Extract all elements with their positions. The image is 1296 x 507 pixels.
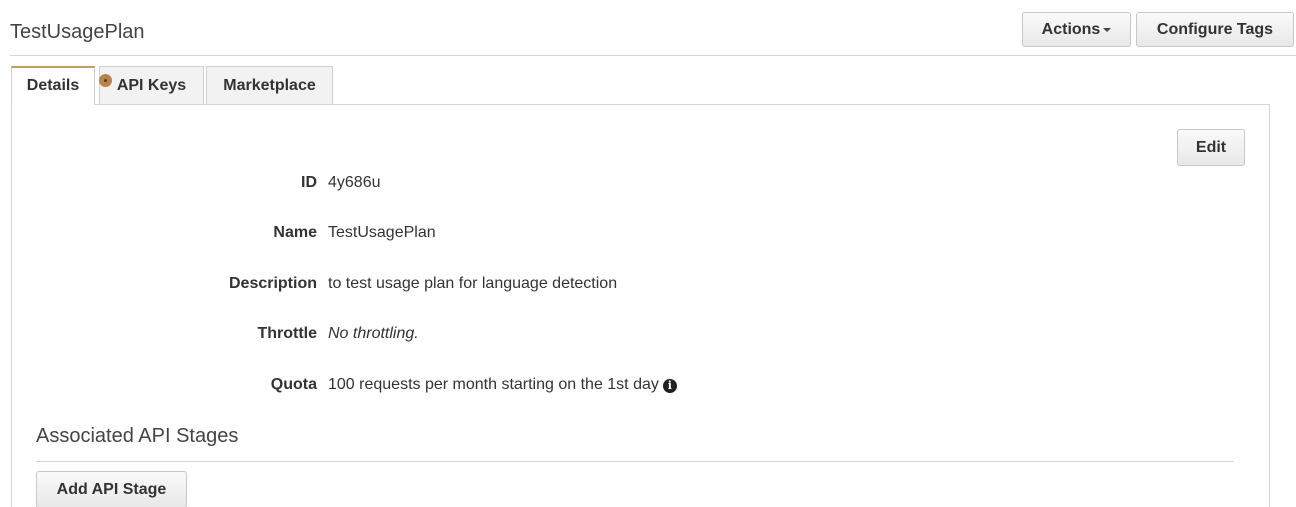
section-title-stages: Associated API Stages	[36, 425, 239, 447]
edit-button[interactable]: Edit	[1177, 129, 1245, 166]
tab-marketplace[interactable]: Marketplace	[206, 66, 333, 104]
field-value-quota-wrap: 100 requests per month starting on the 1…	[328, 374, 677, 396]
notification-dot-icon	[99, 74, 112, 87]
actions-button[interactable]: Actions	[1022, 12, 1131, 47]
tab-api-keys[interactable]: API Keys	[99, 66, 204, 104]
field-value-id: 4y686u	[328, 174, 381, 191]
caret-down-icon	[1103, 27, 1112, 32]
section-divider	[36, 461, 1234, 462]
field-label-name: Name	[273, 224, 317, 241]
tab-details[interactable]: Details	[11, 66, 95, 105]
configure-tags-button[interactable]: Configure Tags	[1136, 12, 1294, 47]
details-panel: Edit ID 4y686u Name TestUsagePlan Descri…	[11, 104, 1270, 507]
field-value-throttle: No throttling.	[328, 325, 419, 342]
page-title: TestUsagePlan	[10, 21, 145, 43]
page-header: TestUsagePlan Actions Configure Tags	[10, 10, 1296, 56]
field-label-description: Description	[228, 275, 317, 292]
field-value-description: to test usage plan for language detectio…	[328, 275, 618, 292]
field-value-quota: 100 requests per month starting on the 1…	[328, 376, 659, 393]
field-label-quota: Quota	[270, 376, 317, 393]
actions-label: Actions	[1041, 21, 1101, 38]
add-api-stage-button[interactable]: Add API Stage	[36, 471, 187, 507]
field-label-throttle: Throttle	[257, 325, 317, 342]
field-label-id: ID	[301, 174, 317, 191]
field-value-name: TestUsagePlan	[328, 224, 436, 241]
info-icon[interactable]: i	[662, 379, 677, 393]
usage-plan-page: TestUsagePlan Actions Configure Tags Det…	[0, 0, 1296, 507]
